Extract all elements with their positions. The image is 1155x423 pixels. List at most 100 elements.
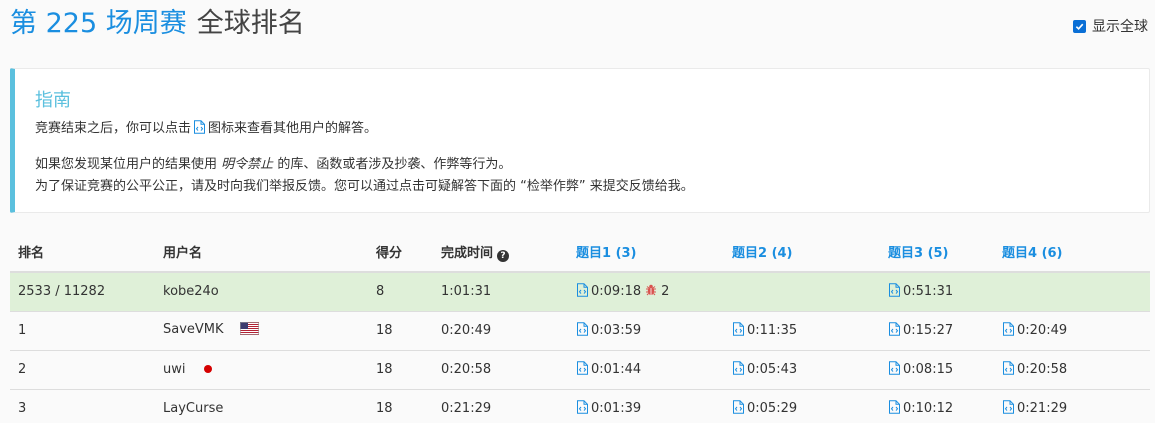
table-row: 2 uwi 18 0:20:58 0:01:44 0:05:43 0:08:15… — [10, 350, 1150, 390]
code-file-icon[interactable] — [576, 360, 589, 379]
guide-line-1-after: 图标来查看其他用户的解答。 — [208, 121, 378, 136]
cell-rank: 2 — [10, 350, 155, 390]
show-global-label: 显示全球 — [1092, 19, 1148, 35]
cell-q1: 0:09:18 2 — [568, 272, 724, 312]
q2-time: 0:05:43 — [747, 362, 798, 377]
header-question-1[interactable]: 题目1 (3) — [568, 232, 724, 273]
ranking-table: 排名 用户名 得分 完成时间? 题目1 (3) 题目2 (4) 题目3 (5) … — [10, 232, 1150, 423]
username-link[interactable]: LayCurse — [163, 401, 223, 416]
q3-time: 0:15:27 — [903, 323, 954, 338]
header-username: 用户名 — [155, 232, 368, 273]
header-finish-time: 完成时间? — [433, 232, 568, 273]
header-question-2[interactable]: 题目2 (4) — [724, 232, 880, 273]
guide-title: 指南 — [35, 90, 71, 111]
show-global-toggle[interactable]: 显示全球 — [1073, 16, 1148, 36]
cell-rank: 1 — [10, 311, 155, 351]
guide-line-1-before: 竞赛结束之后，你可以点击 — [35, 121, 192, 136]
guide-line-1: 竞赛结束之后，你可以点击 图标来查看其他用户的解答。 — [35, 118, 1149, 142]
cell-username: SaveVMK — [155, 311, 368, 351]
cell-q3: 0:10:12 — [880, 389, 994, 423]
code-file-icon[interactable] — [888, 321, 901, 340]
contest-title[interactable]: 第 225 场周赛 — [10, 8, 187, 39]
username-link[interactable]: SaveVMK — [163, 322, 224, 337]
code-file-icon[interactable] — [888, 399, 901, 418]
table-row: 1 SaveVMK 18 0:20:49 0:03:59 0:11:35 0:1… — [10, 311, 1150, 351]
q2-time: 0:05:29 — [747, 401, 798, 416]
header-question-3[interactable]: 题目3 (5) — [880, 232, 994, 273]
guide-forbidden-text: 明令禁止 — [221, 157, 274, 172]
cell-q3: 0:51:31 — [880, 272, 994, 312]
cell-q2: 0:11:35 — [724, 311, 880, 351]
code-file-icon[interactable] — [1002, 321, 1015, 340]
code-file-icon[interactable] — [576, 321, 589, 340]
q3-time: 0:51:31 — [903, 284, 954, 300]
bug-icon — [645, 284, 657, 300]
guide-line-2-before: 如果您发现某位用户的结果使用 — [35, 157, 218, 172]
code-file-icon[interactable] — [1002, 399, 1015, 418]
cell-q2: 0:05:29 — [724, 389, 880, 423]
header-finish-time-label: 完成时间 — [441, 245, 494, 261]
cell-rank: 2533 / 11282 — [10, 272, 155, 312]
header-score: 得分 — [368, 232, 433, 273]
cell-finish-time: 0:21:29 — [433, 389, 568, 423]
code-file-icon — [193, 120, 206, 142]
cell-q4: 0:21:29 — [994, 389, 1150, 423]
code-file-icon[interactable] — [732, 360, 745, 379]
checkbox-checked-icon[interactable] — [1073, 19, 1086, 33]
cell-q1: 0:03:59 — [568, 311, 724, 351]
q3-time: 0:10:12 — [903, 401, 954, 416]
header-question-4[interactable]: 题目4 (6) — [994, 232, 1150, 273]
cell-q1: 0:01:39 — [568, 389, 724, 423]
cell-score: 18 — [368, 311, 433, 351]
username-link[interactable]: uwi — [163, 362, 185, 377]
cell-rank: 3 — [10, 389, 155, 423]
q1-time: 0:01:44 — [591, 362, 642, 377]
cell-q1: 0:01:44 — [568, 350, 724, 390]
cell-q3: 0:15:27 — [880, 311, 994, 351]
q1-bug-count: 2 — [661, 284, 670, 300]
cell-username: LayCurse — [155, 389, 368, 423]
table-header-row: 排名 用户名 得分 完成时间? 题目1 (3) 题目2 (4) 题目3 (5) … — [10, 232, 1150, 273]
page-header: 第 225 场周赛 全球排名 显示全球 — [10, 4, 1150, 44]
us-flag-icon — [239, 322, 259, 339]
cell-q4: 0:20:49 — [994, 311, 1150, 351]
code-file-icon[interactable] — [732, 321, 745, 340]
jp-flag-icon — [203, 365, 212, 373]
code-file-icon[interactable] — [1002, 360, 1015, 379]
table-row: 3 LayCurse 18 0:21:29 0:01:39 0:05:29 0:… — [10, 389, 1150, 423]
cell-q4: 0:20:58 — [994, 350, 1150, 390]
cell-finish-time: 1:01:31 — [433, 272, 568, 312]
cell-q2 — [724, 272, 880, 312]
cell-finish-time: 0:20:58 — [433, 350, 568, 390]
page-title: 第 225 场周赛 全球排名 — [10, 4, 305, 44]
guide-line-2: 如果您发现某位用户的结果使用 明令禁止 的库、函数或者涉及抄袭、作弊等行为。 — [35, 154, 1149, 176]
q4-time: 0:20:58 — [1017, 362, 1068, 377]
username-link[interactable]: kobe24o — [163, 284, 219, 299]
cell-score: 18 — [368, 350, 433, 390]
cell-q2: 0:05:43 — [724, 350, 880, 390]
q1-time: 0:03:59 — [591, 323, 642, 338]
cell-score: 8 — [368, 272, 433, 312]
question-circle-icon[interactable]: ? — [497, 249, 510, 262]
rank-title: 全球排名 — [196, 8, 305, 39]
q2-time: 0:11:35 — [747, 323, 798, 338]
cell-q4 — [994, 272, 1150, 312]
guide-line-2-after: 的库、函数或者涉及抄袭、作弊等行为。 — [277, 157, 512, 172]
code-file-icon[interactable] — [576, 283, 589, 301]
cell-score: 18 — [368, 389, 433, 423]
q3-time: 0:08:15 — [903, 362, 954, 377]
guide-panel: 指南 竞赛结束之后，你可以点击 图标来查看其他用户的解答。 如果您发现某位用户的… — [10, 68, 1150, 213]
q1-time: 0:09:18 — [591, 284, 642, 300]
cell-finish-time: 0:20:49 — [433, 311, 568, 351]
my-rank-row: 2533 / 11282 kobe24o 8 1:01:31 0:09:18 2… — [10, 272, 1150, 312]
q4-time: 0:20:49 — [1017, 323, 1068, 338]
q4-time: 0:21:29 — [1017, 401, 1068, 416]
cell-username: kobe24o — [155, 272, 368, 312]
code-file-icon[interactable] — [576, 399, 589, 418]
cell-username: uwi — [155, 350, 368, 390]
guide-line-3: 为了保证竞赛的公平公正，请及时向我们举报反馈。您可以通过点击可疑解答下面的 “检… — [35, 179, 694, 194]
code-file-icon[interactable] — [888, 283, 901, 301]
cell-q3: 0:08:15 — [880, 350, 994, 390]
code-file-icon[interactable] — [732, 399, 745, 418]
code-file-icon[interactable] — [888, 360, 901, 379]
